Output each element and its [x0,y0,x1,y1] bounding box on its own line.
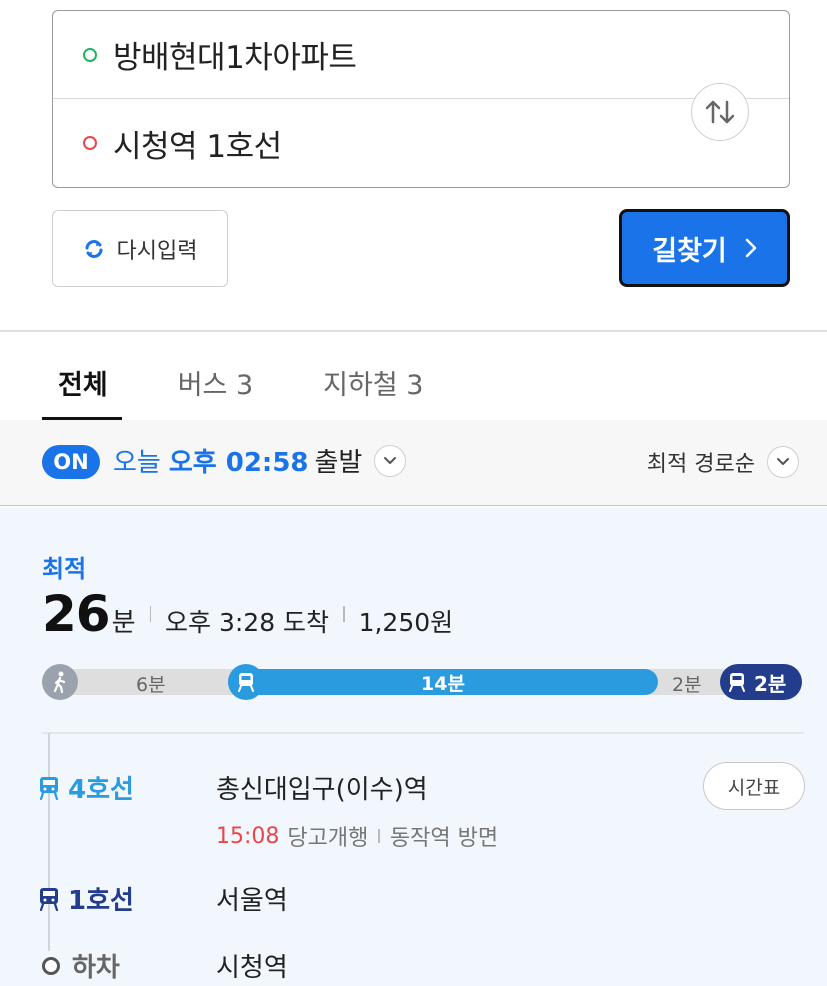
route-card[interactable]: 최적 26 분 오후 3:28 도착 1,250원 6분 14분 2분 2분 4… [0,507,827,986]
separator [378,829,380,843]
timeline-line [48,733,50,951]
step-line-name: 하차 [72,953,120,983]
find-route-button[interactable]: 길찾기 [619,209,790,287]
subway-icon [729,673,745,692]
step-station: 시청역 [216,953,288,983]
route-progress-bar: 6분 14분 2분 2분 [42,664,802,700]
departure-suffix: 출발 [314,448,363,478]
step-station: 서울역 [216,886,288,916]
sort-selector[interactable]: 최적 경로순 [647,446,799,478]
train-direction: 동작역 방면 [389,826,499,851]
route-step: 4호선 총신대입구(이수)역 [38,769,428,806]
step-departure-info: 15:08 당고개행 동작역 방면 [216,820,498,852]
line4-segment: 14분 [228,669,658,695]
route-search-box: 방배현대1차아파트 시청역 1호선 [52,10,790,188]
route-step: 하차 시청역 [38,947,288,984]
find-route-button-label: 길찾기 [652,235,727,267]
subway-icon [39,776,59,800]
step-line-label: 하차 [38,947,216,984]
fare: 1,250원 [358,608,454,637]
departure-time: 오후 02:58 [168,448,309,478]
timetable-button[interactable]: 시간표 [703,762,805,810]
refresh-icon [85,239,103,258]
origin-text: 방배현대1차아파트 [113,40,357,76]
walk-duration-2: 2분 [672,674,702,696]
origin-field[interactable]: 방배현대1차아파트 [53,11,789,99]
step-line-label: 1호선 [38,880,216,917]
origin-marker-icon [83,47,97,62]
arrival-time: 오후 3:28 도착 [165,608,330,637]
departure-day: 오늘 [113,448,161,478]
step-line-name: 1호선 [68,886,134,916]
train-destination: 당고개행 [287,826,369,851]
chevron-down-icon[interactable] [374,444,407,477]
departure-time: 15:08 [216,823,280,849]
departure-time-selector[interactable]: 오늘 오후 02:58 출발 [113,442,407,479]
route-divider [42,732,804,734]
destination-text: 시청역 1호선 [113,128,282,165]
destination-marker-icon [83,136,97,150]
tab-all[interactable]: 전체 [42,345,122,420]
separator [343,606,345,622]
tab-subway[interactable]: 지하철 3 [309,345,437,420]
line1-segment: 2분 [720,664,802,700]
subway-icon [39,887,59,911]
alight-icon [42,956,60,975]
realtime-on-toggle[interactable]: ON [42,445,100,479]
duration-unit: 분 [111,608,136,638]
best-route-badge: 최적 [42,555,87,583]
reset-button[interactable]: 다시입력 [52,210,228,287]
reset-button-label: 다시입력 [116,238,198,264]
tab-bus[interactable]: 버스 3 [164,345,267,420]
sort-label: 최적 경로순 [646,452,755,477]
swap-vertical-icon [705,100,735,124]
step-line-name: 4호선 [68,775,134,805]
step-line-label: 4호선 [38,769,216,806]
swap-button[interactable] [691,83,749,141]
route-summary: 26 분 오후 3:28 도착 1,250원 [42,585,453,643]
walk-duration-1: 6분 [136,674,166,696]
total-duration: 26 [42,585,111,643]
result-tabs: 전체 버스 3 지하철 3 [42,345,437,420]
route-step: 1호선 서울역 [38,880,288,917]
chevron-right-icon [745,238,757,258]
line1-duration: 2분 [754,671,787,696]
separator [149,606,152,622]
subway-icon [228,664,264,700]
section-divider [0,330,827,332]
time-filter-bar: ON 오늘 오후 02:58 출발 최적 경로순 [0,420,827,506]
destination-field[interactable]: 시청역 1호선 [53,99,789,187]
step-station: 총신대입구(이수)역 [216,775,428,805]
chevron-down-icon[interactable] [767,446,799,478]
walk-icon [42,664,78,700]
